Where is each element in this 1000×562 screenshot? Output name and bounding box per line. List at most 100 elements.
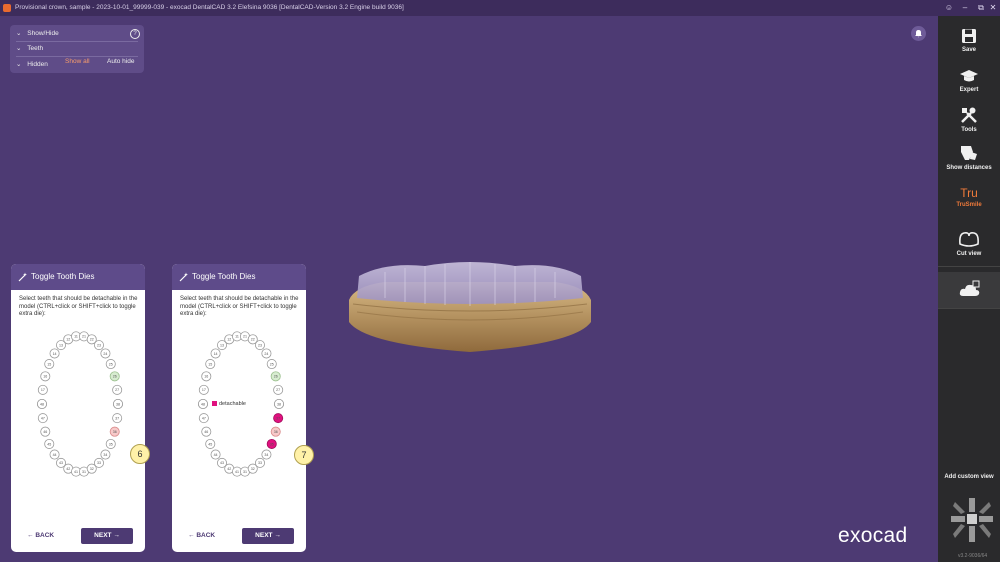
tooth-14[interactable]: 14 — [210, 348, 221, 359]
tooth-14[interactable]: 14 — [49, 348, 60, 359]
tooth-35[interactable]: 35 — [105, 438, 116, 449]
dental-arch-model[interactable] — [345, 252, 595, 362]
tooth-33[interactable]: 33 — [94, 457, 105, 468]
tooth-35[interactable]: 35 — [266, 438, 277, 449]
notification-bell-icon[interactable] — [911, 26, 926, 41]
chevron-down-icon: ⌄ — [16, 61, 22, 68]
tooth-15[interactable]: 15 — [44, 359, 55, 370]
tooth-number: 44 — [214, 453, 218, 457]
chevron-down-icon: ⌄ — [16, 45, 22, 52]
tooth-47[interactable]: 47 — [198, 413, 209, 424]
tooth-number: 41 — [74, 470, 78, 474]
save-icon — [962, 29, 976, 43]
add-custom-view-button[interactable]: Add custom view — [938, 474, 1000, 480]
tooth-number: 34 — [264, 453, 268, 457]
tooth-number: 36 — [274, 430, 278, 434]
minimize-button[interactable]: – — [957, 0, 973, 16]
tooth-38[interactable]: 38 — [113, 399, 124, 410]
tooth-number: 14 — [53, 352, 57, 356]
tooth-number: 23 — [97, 343, 101, 347]
tooth-25[interactable]: 25 — [266, 359, 277, 370]
back-button[interactable]: ← BACK — [27, 532, 54, 539]
tooth-23[interactable]: 23 — [94, 340, 105, 351]
tooth-number: 47 — [41, 416, 45, 420]
step-marker: 7 — [294, 445, 314, 465]
tooth-27[interactable]: 27 — [273, 384, 284, 395]
show-hide-toggle[interactable]: ⌄ Show/Hide — [16, 28, 59, 40]
tools-button[interactable]: Tools — [938, 106, 1000, 133]
tooth-47[interactable]: 47 — [37, 413, 48, 424]
tooth-26[interactable]: 26 — [109, 371, 120, 382]
tooth-chart[interactable]: 1817161514131211212223242526272848474645… — [25, 324, 135, 484]
tooth-number: 47 — [202, 416, 206, 420]
tooth-number: 43 — [59, 461, 63, 465]
tooth-24[interactable]: 24 — [261, 348, 272, 359]
dialog-title: Toggle Tooth Dies — [31, 272, 95, 281]
hidden-label: Hidden — [27, 61, 48, 68]
dialog-header: Toggle Tooth Dies — [11, 264, 145, 290]
magic-wand-icon — [179, 272, 188, 282]
tooth-36[interactable]: 36 — [270, 426, 281, 437]
tooth-number: 24 — [103, 352, 107, 356]
auto-hide-button[interactable]: Auto hide — [107, 58, 134, 65]
tooth-number: 41 — [235, 470, 239, 474]
tooth-number: 32 — [251, 467, 255, 471]
tooth-44[interactable]: 44 — [49, 449, 60, 460]
tooth-37[interactable]: 37 — [112, 413, 123, 424]
tooth-number: 26 — [274, 375, 278, 379]
tooth-number: 11 — [74, 335, 78, 339]
expert-button[interactable]: Expert — [938, 68, 1000, 93]
tooth-37[interactable]: 37 — [273, 413, 284, 424]
tooth-33[interactable]: 33 — [255, 457, 266, 468]
tooth-number: 25 — [270, 362, 274, 366]
toggle-tooth-dies-dialog: Toggle Tooth Dies Select teeth that shou… — [11, 264, 145, 552]
cut-view-button[interactable]: Cut view — [938, 230, 1000, 257]
help-icon[interactable]: ? — [130, 29, 140, 39]
tooth-44[interactable]: 44 — [210, 449, 221, 460]
tooth-48[interactable]: 48 — [36, 399, 47, 410]
tooth-16[interactable]: 16 — [40, 371, 51, 382]
tooth-number: 35 — [109, 442, 113, 446]
next-button[interactable]: NEXT → — [242, 528, 294, 544]
teeth-toggle[interactable]: ⌄ Teeth — [16, 43, 43, 55]
tooth-27[interactable]: 27 — [112, 384, 123, 395]
show-distances-label: Show distances — [946, 165, 992, 171]
cloud-upload-button[interactable] — [938, 272, 1000, 308]
user-icon[interactable]: ☺ — [941, 0, 957, 16]
tooth-17[interactable]: 17 — [198, 384, 209, 395]
tooth-15[interactable]: 15 — [205, 359, 216, 370]
trusmile-button[interactable]: Tru TruSmile — [938, 186, 1000, 208]
tooth-26[interactable]: 26 — [270, 371, 281, 382]
version-label: v3.2-9036/64 — [958, 553, 988, 559]
tooth-36[interactable]: 36 — [109, 426, 120, 437]
tooth-number: 24 — [264, 352, 268, 356]
hidden-toggle[interactable]: ⌄ Hidden — [16, 59, 48, 71]
view-navigator-icon[interactable] — [947, 492, 997, 548]
dialog-header: Toggle Tooth Dies — [172, 264, 306, 290]
tooth-46[interactable]: 46 — [40, 426, 51, 437]
tooth-46[interactable]: 46 — [201, 426, 212, 437]
show-all-link[interactable]: Show all — [65, 58, 90, 65]
tooth-25[interactable]: 25 — [105, 359, 116, 370]
magic-wand-icon — [18, 272, 27, 282]
tooth-number: 21 — [243, 335, 247, 339]
tooth-23[interactable]: 23 — [255, 340, 266, 351]
next-button[interactable]: NEXT → — [81, 528, 133, 544]
tooth-number: 43 — [220, 461, 224, 465]
tooth-number: 37 — [276, 416, 280, 420]
back-button[interactable]: ← BACK — [188, 532, 215, 539]
show-distances-button[interactable]: Show distances — [938, 144, 1000, 171]
tooth-16[interactable]: 16 — [201, 371, 212, 382]
save-button[interactable]: Save — [938, 28, 1000, 53]
tooth-34[interactable]: 34 — [100, 449, 111, 460]
tooth-45[interactable]: 45 — [44, 438, 55, 449]
graduation-cap-icon — [960, 70, 978, 82]
tooth-24[interactable]: 24 — [100, 348, 111, 359]
tooth-34[interactable]: 34 — [261, 449, 272, 460]
tooth-38[interactable]: 38 — [274, 399, 285, 410]
toggle-tooth-dies-dialog: Toggle Tooth Dies Select teeth that shou… — [172, 264, 306, 552]
tooth-48[interactable]: 48 — [197, 399, 208, 410]
tooth-45[interactable]: 45 — [205, 438, 216, 449]
close-button[interactable]: ✕ — [985, 0, 1000, 16]
tooth-17[interactable]: 17 — [37, 384, 48, 395]
